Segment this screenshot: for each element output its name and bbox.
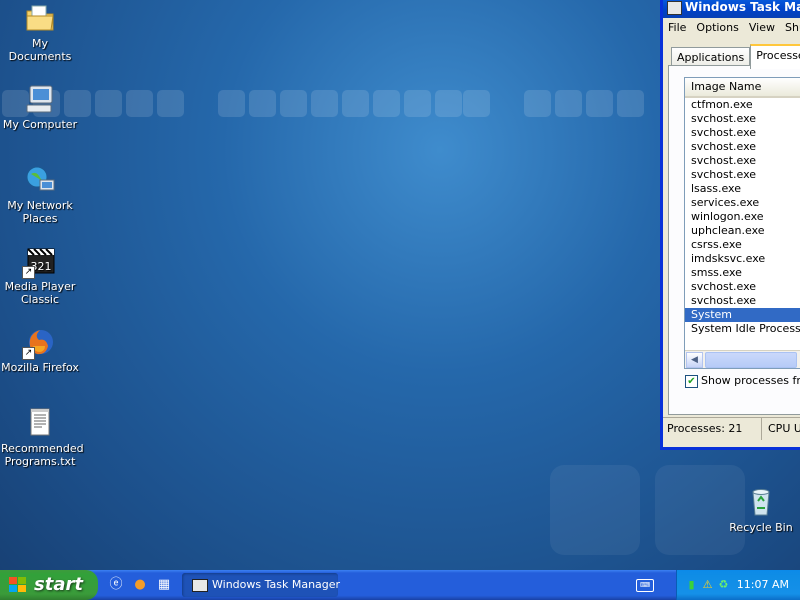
process-row[interactable]: svchost.exe bbox=[685, 126, 800, 140]
window-title-bar[interactable]: Windows Task Manag bbox=[663, 0, 800, 18]
desktop-icon-label: My Network Places bbox=[7, 199, 73, 225]
process-list[interactable]: Image Name ctfmon.exe svchost.exe svchos… bbox=[684, 77, 800, 369]
system-tray: ▮ ⚠ ♻ 11:07 AM bbox=[676, 570, 800, 600]
process-row[interactable]: System Idle Process bbox=[685, 322, 800, 336]
desktop-icon-text-file[interactable]: Recommended Programs.txt bbox=[1, 407, 84, 468]
process-row[interactable]: uphclean.exe bbox=[685, 224, 800, 238]
desktop-icon-label: Recycle Bin bbox=[729, 521, 793, 534]
tab-processes[interactable]: Processes bbox=[750, 44, 800, 69]
process-row[interactable]: csrss.exe bbox=[685, 238, 800, 252]
taskbar-button-task-manager[interactable]: Windows Task Manager bbox=[182, 573, 341, 597]
menu-file[interactable]: File bbox=[663, 21, 691, 34]
desktop-icon-label: My Documents bbox=[8, 37, 72, 63]
process-row[interactable]: lsass.exe bbox=[685, 182, 800, 196]
task-manager-icon bbox=[667, 1, 682, 15]
process-row[interactable]: svchost.exe bbox=[685, 140, 800, 154]
process-row[interactable]: svchost.exe bbox=[685, 280, 800, 294]
desktop-icon-my-computer[interactable]: My Computer bbox=[1, 83, 79, 131]
desktop-icon-label: Mozilla Firefox bbox=[1, 361, 79, 374]
tab-applications[interactable]: Applications bbox=[671, 47, 751, 67]
firefox-icon[interactable]: ● bbox=[132, 577, 148, 593]
menu-options[interactable]: Options bbox=[691, 21, 743, 34]
my-computer-icon bbox=[24, 83, 56, 115]
menu-shutdown[interactable]: Shut bbox=[780, 21, 800, 34]
process-row[interactable]: imdsksvc.exe bbox=[685, 252, 800, 266]
desktop-icon-network-places[interactable]: My Network Places bbox=[1, 164, 79, 225]
horizontal-scrollbar[interactable]: ◀ bbox=[685, 350, 800, 368]
scroll-left-icon[interactable]: ◀ bbox=[686, 352, 703, 368]
network-places-icon bbox=[24, 164, 56, 196]
desktop-icon-recycle-bin[interactable]: Recycle Bin bbox=[722, 486, 800, 534]
process-row[interactable]: svchost.exe bbox=[685, 168, 800, 182]
windows-logo-icon bbox=[9, 577, 27, 593]
shortcut-arrow-icon: ↗ bbox=[22, 347, 35, 360]
process-row[interactable]: svchost.exe bbox=[685, 294, 800, 308]
taskbar-clock[interactable]: 11:07 AM bbox=[737, 570, 789, 600]
network-tray-icon[interactable]: ▮ bbox=[685, 578, 698, 591]
show-all-processes-checkbox[interactable]: ✔ bbox=[685, 374, 698, 388]
recycle-bin-icon bbox=[745, 486, 777, 518]
taskbar-button-label: Windows Task Manager bbox=[212, 578, 341, 591]
start-label: start bbox=[34, 574, 83, 595]
scrollbar-thumb[interactable] bbox=[705, 352, 797, 368]
process-row[interactable]: smss.exe bbox=[685, 266, 800, 280]
process-row[interactable]: ctfmon.exe bbox=[685, 98, 800, 112]
process-row[interactable]: services.exe bbox=[685, 196, 800, 210]
process-row-selected[interactable]: System bbox=[685, 308, 800, 322]
process-row[interactable]: svchost.exe bbox=[685, 154, 800, 168]
desktop-icon-firefox[interactable]: ↗ Mozilla Firefox bbox=[1, 326, 79, 374]
security-alert-tray-icon[interactable]: ⚠ bbox=[701, 578, 714, 591]
status-bar: Processes: 21 CPU Usa bbox=[663, 417, 800, 440]
recycle-tray-icon[interactable]: ♻ bbox=[717, 578, 730, 591]
shortcut-arrow-icon: ↗ bbox=[22, 266, 35, 279]
desktop-icon-media-player[interactable]: 321 ↗ Media Player Classic bbox=[1, 245, 79, 306]
task-manager-icon bbox=[192, 579, 208, 592]
tab-strip: ApplicationsProcesses bbox=[671, 44, 800, 69]
task-manager-window[interactable]: Windows Task Manag FileOptionsViewShut A… bbox=[660, 0, 800, 450]
window-title: Windows Task Manag bbox=[685, 0, 800, 14]
text-file-icon bbox=[24, 407, 56, 439]
media-player-icon[interactable]: ▦ bbox=[156, 577, 172, 593]
process-row[interactable]: svchost.exe bbox=[685, 112, 800, 126]
keyboard-icon[interactable]: ⌨ bbox=[636, 579, 654, 592]
desktop-icon-label: My Computer bbox=[2, 118, 78, 131]
my-documents-icon bbox=[24, 2, 56, 34]
menu-bar: FileOptionsViewShut bbox=[663, 18, 800, 38]
desktop-icon-label: Recommended Programs.txt bbox=[1, 442, 84, 468]
ie-icon[interactable]: ⓔ bbox=[108, 577, 124, 593]
show-all-processes-row[interactable]: ✔Show processes from bbox=[685, 374, 800, 388]
process-row[interactable]: winlogon.exe bbox=[685, 210, 800, 224]
wallpaper-tiles bbox=[0, 90, 660, 122]
start-button[interactable]: start bbox=[0, 570, 98, 600]
column-header-image-name[interactable]: Image Name bbox=[685, 78, 800, 98]
firefox-icon: ↗ bbox=[22, 326, 56, 360]
desktop-icon-my-documents[interactable]: My Documents bbox=[1, 2, 79, 63]
taskbar: start ⓔ ● ▦ Windows Task Manager ⌨ ▮ ⚠ ♻… bbox=[0, 570, 800, 600]
status-cpu-usage: CPU Usa bbox=[768, 422, 800, 435]
menu-view[interactable]: View bbox=[744, 21, 780, 34]
desktop-icon-label: Media Player Classic bbox=[4, 280, 76, 306]
media-player-icon: 321 ↗ bbox=[22, 245, 56, 279]
status-process-count: Processes: 21 bbox=[663, 418, 762, 440]
show-all-processes-label: Show processes from bbox=[701, 374, 800, 387]
